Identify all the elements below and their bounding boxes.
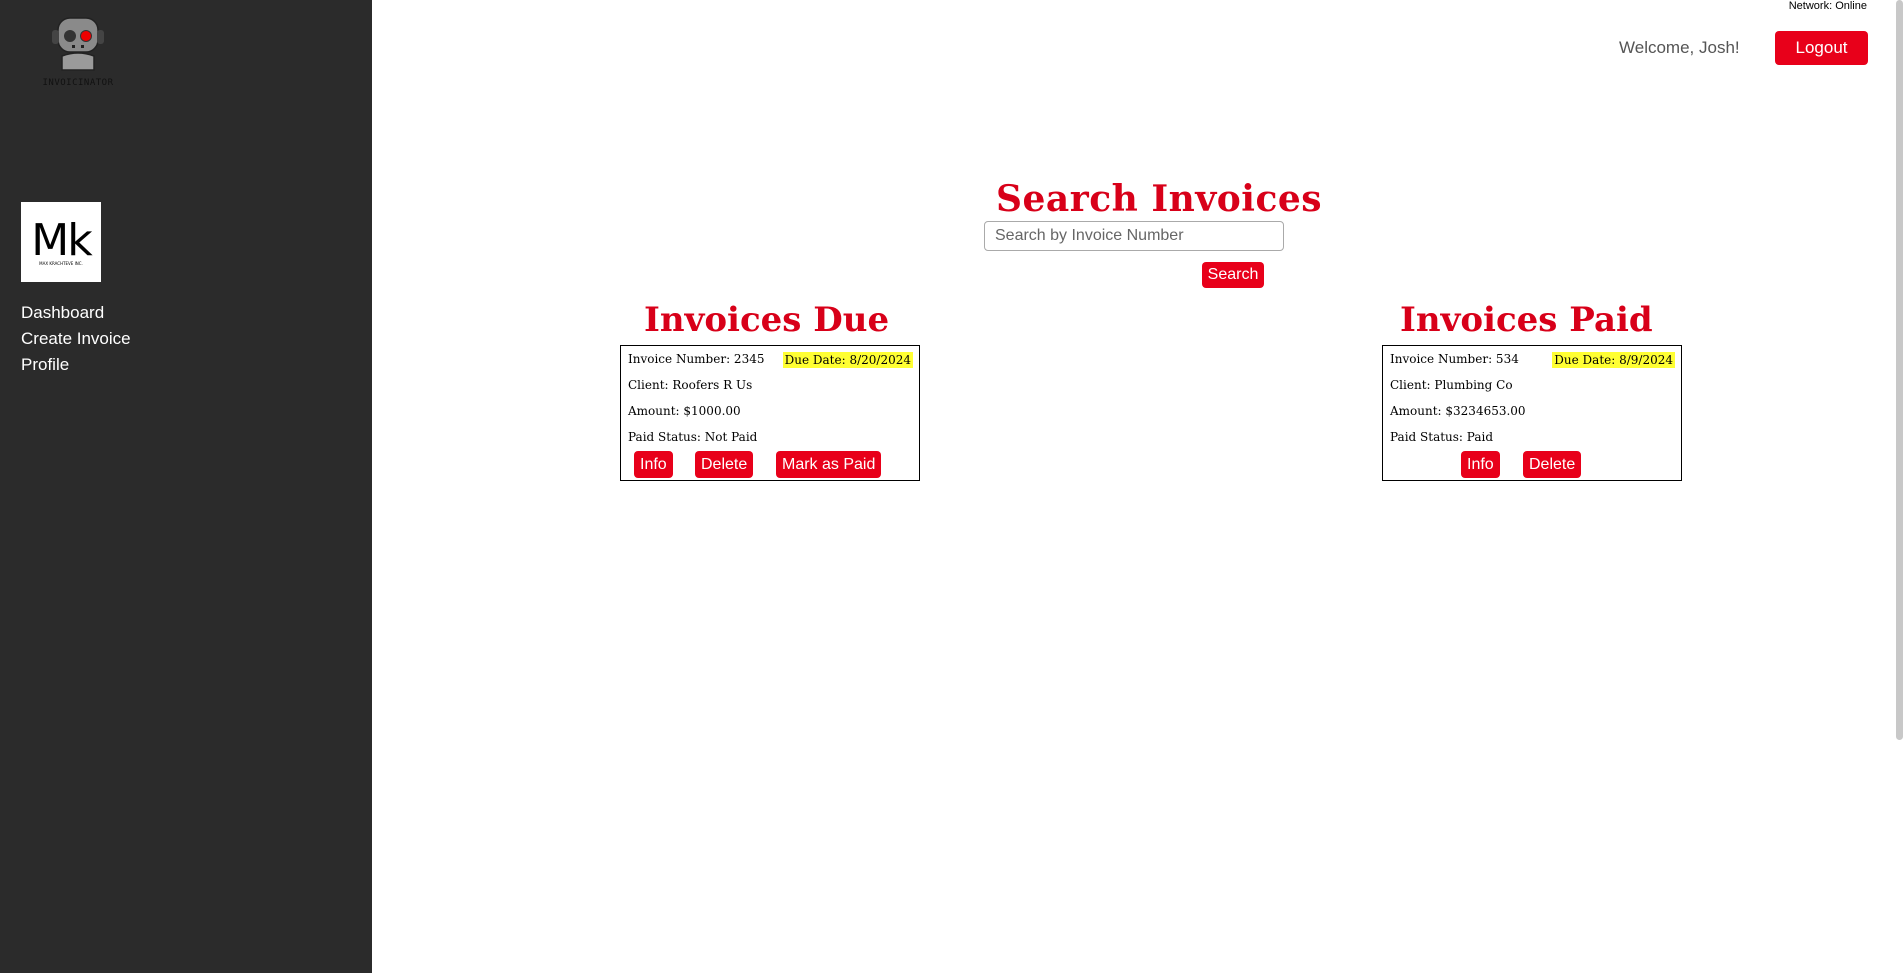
info-button[interactable]: Info xyxy=(1461,451,1500,478)
invoice-paid-status: Paid Status: Not Paid xyxy=(628,430,758,444)
welcome-message: Welcome, Josh! xyxy=(1619,38,1740,57)
scrollbar[interactable] xyxy=(1894,0,1904,740)
invoices-paid-title: Invoices Paid xyxy=(1400,300,1653,340)
info-button[interactable]: Info xyxy=(634,451,673,478)
logout-button[interactable]: Logout xyxy=(1775,31,1868,65)
search-input[interactable] xyxy=(984,221,1284,251)
due-date-badge: Due Date: 8/20/2024 xyxy=(782,352,913,368)
company-logo-subtext: MAX KRACHTEVE INC. xyxy=(39,260,83,266)
scrollbar-thumb[interactable] xyxy=(1896,0,1903,740)
app-logo-text: INVOICINATOR xyxy=(42,78,114,88)
invoice-number: Invoice Number: 2345 xyxy=(628,352,765,366)
delete-button[interactable]: Delete xyxy=(1523,451,1582,478)
invoice-card-paid: Invoice Number: 534 Due Date: 8/9/2024 C… xyxy=(1382,345,1682,481)
company-logo-mark: Mk xyxy=(31,214,92,266)
invoice-client: Client: Plumbing Co xyxy=(1390,378,1513,392)
invoice-amount: Amount: $3234653.00 xyxy=(1390,404,1526,418)
network-status: Network: Online xyxy=(1788,0,1867,12)
due-date-badge: Due Date: 8/9/2024 xyxy=(1552,352,1675,368)
search-button[interactable]: Search xyxy=(1202,262,1264,288)
sidebar-item-profile[interactable]: Profile xyxy=(21,352,131,378)
sidebar-item-dashboard[interactable]: Dashboard xyxy=(21,300,131,326)
sidebar-nav: Dashboard Create Invoice Profile xyxy=(21,300,131,378)
sidebar-item-create-invoice[interactable]: Create Invoice xyxy=(21,326,131,352)
search-title: Search Invoices xyxy=(996,178,1323,220)
invoice-number: Invoice Number: 534 xyxy=(1390,352,1519,366)
company-logo: Mk MAX KRACHTEVE INC. xyxy=(21,202,101,282)
app-logo[interactable]: INVOICINATOR xyxy=(38,12,118,88)
robot-logo-icon xyxy=(52,17,104,71)
delete-button[interactable]: Delete xyxy=(695,451,754,478)
invoice-paid-status: Paid Status: Paid xyxy=(1390,430,1493,444)
mark-as-paid-button[interactable]: Mark as Paid xyxy=(776,451,882,478)
invoices-due-title: Invoices Due xyxy=(644,300,890,340)
invoice-client: Client: Roofers R Us xyxy=(628,378,753,392)
sidebar: INVOICINATOR Mk MAX KRACHTEVE INC. Dashb… xyxy=(0,0,372,973)
invoice-amount: Amount: $1000.00 xyxy=(628,404,741,418)
invoice-card-due: Invoice Number: 2345 Due Date: 8/20/2024… xyxy=(620,345,920,481)
